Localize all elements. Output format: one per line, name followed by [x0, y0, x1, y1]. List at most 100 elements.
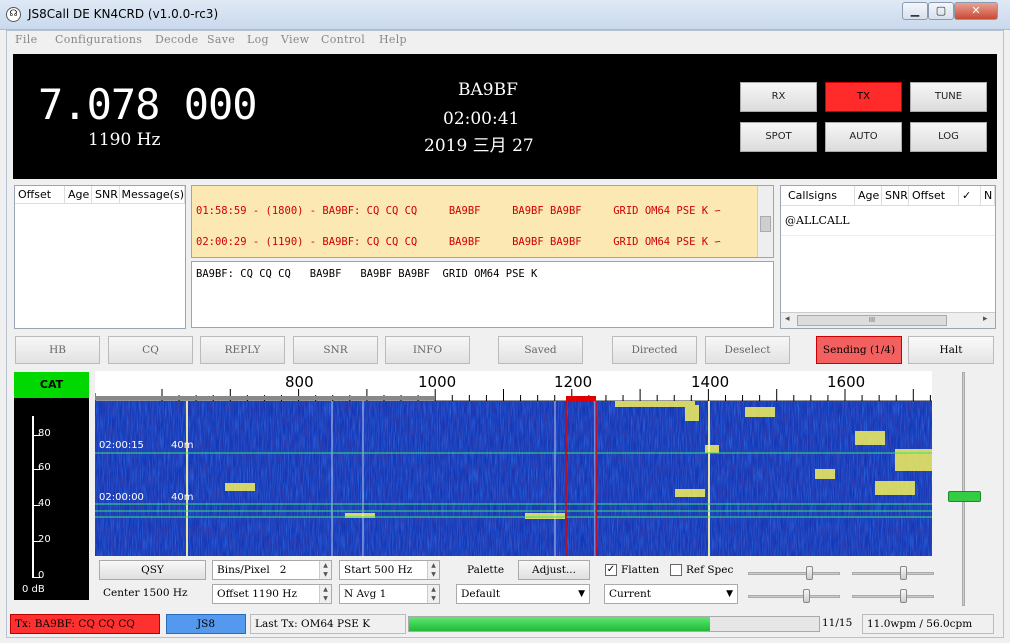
callsigns-hscrollbar[interactable]: ◂ III ▸ — [781, 312, 995, 328]
palette-select[interactable]: Default ▼ — [456, 584, 590, 604]
scroll-thumb[interactable]: III — [797, 315, 947, 326]
directed-button[interactable]: Directed — [612, 336, 697, 364]
spinner-arrows-icon[interactable]: ▲ ▼ — [427, 561, 439, 579]
navg-spinner[interactable]: N Avg 1 ▲ ▼ — [339, 584, 440, 604]
halt-button[interactable]: Halt — [908, 336, 994, 364]
scroll-left-icon[interactable]: ◂ — [785, 314, 790, 324]
slider-track[interactable] — [852, 572, 934, 575]
flatten-label: Flatten — [621, 564, 660, 576]
maximize-button[interactable]: ▢ — [928, 2, 954, 20]
col-n[interactable]: N — [981, 186, 995, 206]
scroll-right-icon[interactable]: ▸ — [983, 314, 988, 324]
offset-readout: 1190 Hz — [88, 130, 161, 150]
menu-control[interactable]: Control — [321, 33, 365, 46]
meter-bar — [32, 416, 34, 578]
cq-button[interactable]: CQ — [108, 336, 193, 364]
tx-progress-bar — [408, 616, 820, 632]
ref-spec-checkbox[interactable] — [670, 564, 682, 576]
offset-value: Offset 1190 Hz — [217, 588, 297, 600]
slider-track[interactable] — [748, 572, 840, 575]
compose-text[interactable]: BA9BF: CQ CQ CQ BA9BF BA9BF BA9BF GRID O… — [191, 261, 774, 328]
offset-spinner[interactable]: Offset 1190 Hz ▲ ▼ — [212, 584, 332, 604]
spinner-arrows-icon[interactable]: ▲ ▼ — [427, 585, 439, 603]
col-age[interactable]: Age — [855, 186, 882, 206]
band-mark: 40m — [171, 440, 194, 451]
flatten-checkbox[interactable]: ✓ — [605, 564, 617, 576]
spinner-arrows-icon[interactable]: ▲ ▼ — [319, 561, 331, 579]
info-button[interactable]: INFO — [385, 336, 470, 364]
callsign-row[interactable]: @ALLCALL — [781, 212, 995, 236]
station-callsign: BA9BF — [458, 80, 518, 100]
hb-button[interactable]: HB — [15, 336, 100, 364]
col-callsigns[interactable]: Callsigns — [785, 186, 855, 206]
reply-button[interactable]: REPLY — [200, 336, 285, 364]
tune-button[interactable]: TUNE — [910, 82, 987, 112]
bins-label: Bins/Pixel — [217, 564, 270, 576]
gain-slider-thumb[interactable] — [948, 491, 981, 502]
menu-file[interactable]: File — [15, 33, 37, 46]
bins-per-pixel-spinner[interactable]: Bins/Pixel 2 ▲ ▼ — [212, 560, 332, 580]
menu-decode[interactable]: Decode — [155, 33, 198, 46]
rx-button[interactable]: RX — [740, 82, 817, 112]
rx-scrollbar[interactable] — [757, 186, 773, 257]
frequency-ruler[interactable]: 800 1000 1200 1400 1600 — [95, 371, 932, 401]
slider-thumb[interactable] — [900, 566, 907, 580]
palette-value: Default — [461, 588, 501, 600]
col-offset[interactable]: Offset — [909, 186, 959, 206]
qsy-button[interactable]: QSY — [99, 560, 206, 580]
gain-slider-track[interactable] — [962, 372, 965, 606]
log-button[interactable]: LOG — [910, 122, 987, 152]
col-snr[interactable]: SNR — [92, 186, 120, 204]
waterfall-display[interactable]: 02:00:15 40m 02:00:00 40m — [95, 401, 932, 556]
callsigns-panel[interactable]: Callsigns Age SNR Offset ✓ N @ALLCALL ◂ … — [780, 185, 996, 329]
menu-help[interactable]: Help — [379, 33, 407, 46]
band-activity-panel[interactable]: Offset Age SNR Message(s) — [14, 185, 186, 329]
slider-track[interactable] — [748, 595, 840, 598]
rx-line: 01:58:59 - (1800) - BA9BF: CQ CQ CQ BA9B… — [196, 205, 721, 217]
compose-message: BA9BF: CQ CQ CQ BA9BF BA9BF BA9BF GRID O… — [196, 268, 538, 280]
tx-button[interactable]: TX — [825, 82, 902, 112]
chevron-down-icon[interactable]: ▼ — [578, 585, 585, 603]
menu-configurations[interactable]: Configurations — [55, 33, 142, 46]
col-offset[interactable]: Offset — [15, 186, 65, 204]
col-snr[interactable]: SNR — [882, 186, 909, 206]
deselect-button[interactable]: Deselect — [705, 336, 790, 364]
chevron-down-icon[interactable]: ▼ — [726, 585, 733, 603]
dial-frequency[interactable]: 7.078 000 — [38, 80, 258, 129]
slider-thumb[interactable] — [900, 589, 907, 603]
callsigns-header: Callsigns Age SNR Offset ✓ N — [781, 186, 995, 206]
meter-label: 20 — [38, 534, 51, 545]
start-frequency-spinner[interactable]: Start 500 Hz ▲ ▼ — [339, 560, 440, 580]
snr-button[interactable]: SNR — [293, 336, 378, 364]
meter-label: 0 — [38, 570, 45, 581]
center-frequency[interactable]: Center 1500 Hz — [99, 584, 206, 604]
close-button[interactable]: ✕ — [954, 2, 998, 20]
auto-button[interactable]: AUTO — [825, 122, 902, 152]
cat-indicator[interactable]: CAT — [14, 372, 89, 398]
band-activity-header: Offset Age SNR Message(s) — [15, 186, 185, 204]
slider-track[interactable] — [852, 595, 934, 598]
slider-thumb[interactable] — [803, 589, 810, 603]
rx-scroll-thumb[interactable] — [760, 216, 771, 232]
spot-button[interactable]: SPOT — [740, 122, 817, 152]
rx-activity-text[interactable]: 01:58:59 - (1800) - BA9BF: CQ CQ CQ BA9B… — [191, 185, 774, 258]
saved-button[interactable]: Saved — [498, 336, 583, 364]
col-messages[interactable]: Message(s) — [120, 186, 185, 204]
spectrum-select[interactable]: Current ▼ — [604, 584, 738, 604]
sending-button[interactable]: Sending (1/4) — [816, 336, 902, 364]
ruler-label: 1600 — [827, 373, 866, 391]
col-check[interactable]: ✓ — [959, 186, 981, 206]
menu-view[interactable]: View — [281, 33, 309, 46]
status-mode: JS8 — [166, 614, 246, 634]
window-title: JS8Call DE KN4CRD (v1.0.0-rc3) — [28, 7, 219, 21]
minimize-button[interactable]: ▁ — [902, 2, 928, 20]
slider-thumb[interactable] — [806, 566, 813, 580]
col-age[interactable]: Age — [65, 186, 92, 204]
band-mark: 40m — [171, 492, 194, 503]
waterfall-timestamp: 02:00:15 — [99, 440, 144, 451]
spinner-arrows-icon[interactable]: ▲ ▼ — [319, 585, 331, 603]
adjust-button[interactable]: Adjust... — [518, 560, 590, 580]
progress-count: 11/15 — [822, 617, 853, 629]
menu-save[interactable]: Save — [207, 33, 235, 46]
menu-log[interactable]: Log — [247, 33, 269, 46]
